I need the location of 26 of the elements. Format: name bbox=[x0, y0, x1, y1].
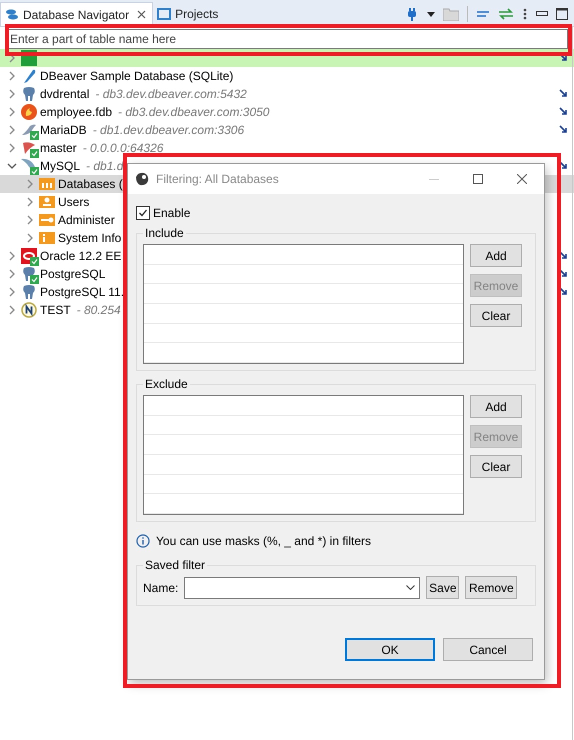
connection-name: PostgreSQL bbox=[40, 267, 106, 281]
connection-host: - db3.dev.dbeaver.com:5432 bbox=[95, 87, 247, 101]
dialog-title: Filtering: All Databases bbox=[156, 172, 279, 186]
connection-name: MySQL bbox=[40, 159, 80, 173]
connection-name: Administer bbox=[58, 213, 115, 227]
connection-host: - db1.d bbox=[86, 159, 124, 173]
connection-name: dvdrental bbox=[40, 87, 90, 101]
connection-name: employee.fdb bbox=[40, 105, 112, 119]
connection-name: TEST bbox=[40, 303, 71, 317]
group-title: Saved filter bbox=[144, 558, 206, 572]
connection-host: - 0.0.0.0:64326 bbox=[82, 141, 164, 155]
connection-name: master bbox=[40, 141, 77, 155]
group-title: Exclude bbox=[144, 377, 189, 391]
connection-name: Users bbox=[58, 195, 90, 209]
connection-name: System Info bbox=[58, 231, 122, 245]
connection-name: PostgreSQL 11. bbox=[40, 285, 124, 299]
connection-name: DBeaver Sample Database (SQLite) bbox=[40, 69, 234, 83]
connection-host: - 80.254 bbox=[76, 303, 121, 317]
name-label: Name: bbox=[143, 580, 178, 594]
group-title: Include bbox=[144, 226, 185, 240]
enable-label: Enable bbox=[153, 206, 190, 220]
connection-name: Oracle 12.2 EE bbox=[40, 249, 122, 263]
info-text: You can use masks (%, _ and *) in filters bbox=[156, 534, 371, 548]
connection-name: MariaDB bbox=[40, 123, 87, 137]
connection-host: - db3.dev.dbeaver.com:3050 bbox=[118, 105, 270, 119]
connection-host: - db1.dev.dbeaver.com:3306 bbox=[92, 123, 244, 137]
